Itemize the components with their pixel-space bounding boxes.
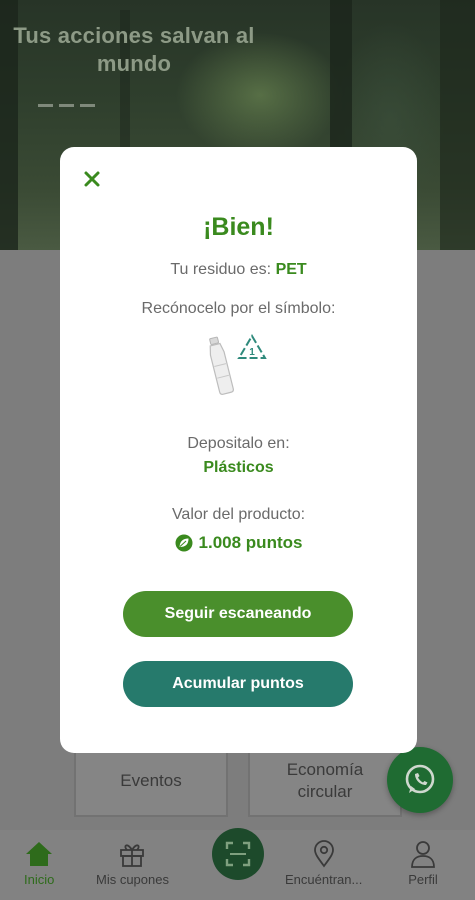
tab-inicio[interactable]: Inicio: [24, 840, 54, 887]
result-modal: ¡Bien! Tu residuo es: PET Recónocelo por…: [60, 147, 417, 753]
recycle-number: 1: [249, 347, 255, 358]
circular-economy-card[interactable]: Economía circular: [248, 745, 402, 817]
deposit-prefix: Depositalo en:: [187, 435, 290, 452]
modal-title: ¡Bien!: [203, 213, 274, 241]
events-card[interactable]: Eventos: [74, 745, 228, 817]
gift-icon: [120, 844, 145, 867]
user-icon: [411, 841, 435, 868]
symbol-label: Recónocelo por el símbolo:: [141, 300, 336, 317]
leaf-coin-icon: [175, 534, 193, 552]
accumulate-points-button[interactable]: Acumular puntos: [123, 661, 353, 707]
points-value: 1.008 puntos: [198, 533, 303, 552]
location-pin-icon: [313, 840, 334, 868]
tab-mis-cupones[interactable]: Mis cupones: [96, 840, 169, 887]
whatsapp-button[interactable]: [387, 747, 453, 813]
whatsapp-icon: [405, 764, 435, 794]
residue-line: Tu residuo es: PET: [60, 261, 417, 279]
tab-label-encuentranos: Encuéntran...: [285, 872, 363, 887]
value-prefix: Valor del producto:: [171, 506, 306, 523]
residue-value: PET: [275, 261, 307, 278]
tab-label-perfil: Perfil: [408, 872, 438, 887]
tab-encuentranos[interactable]: Encuéntran...: [285, 840, 362, 887]
deposit-value: Plásticos: [203, 459, 274, 476]
circular-economy-label: Economía circular: [286, 760, 364, 801]
carousel-indicator[interactable]: [38, 104, 95, 107]
hero-title: Tus acciones salvan al mundo: [13, 23, 255, 76]
tab-label-mis-cupones: Mis cupones: [96, 872, 169, 887]
pet-bottle-recycle-symbol-icon: 1: [209, 334, 267, 395]
scan-button[interactable]: [212, 828, 264, 880]
home-icon: [26, 842, 53, 866]
tab-label-inicio: Inicio: [24, 872, 55, 887]
residue-prefix: Tu residuo es:: [170, 261, 272, 278]
points-row: 1.008 puntos: [60, 533, 417, 557]
continue-scanning-button[interactable]: Seguir escaneando: [123, 591, 353, 637]
tab-perfil[interactable]: Perfil: [408, 840, 438, 887]
close-icon[interactable]: [82, 169, 102, 189]
scan-icon: [225, 841, 251, 867]
